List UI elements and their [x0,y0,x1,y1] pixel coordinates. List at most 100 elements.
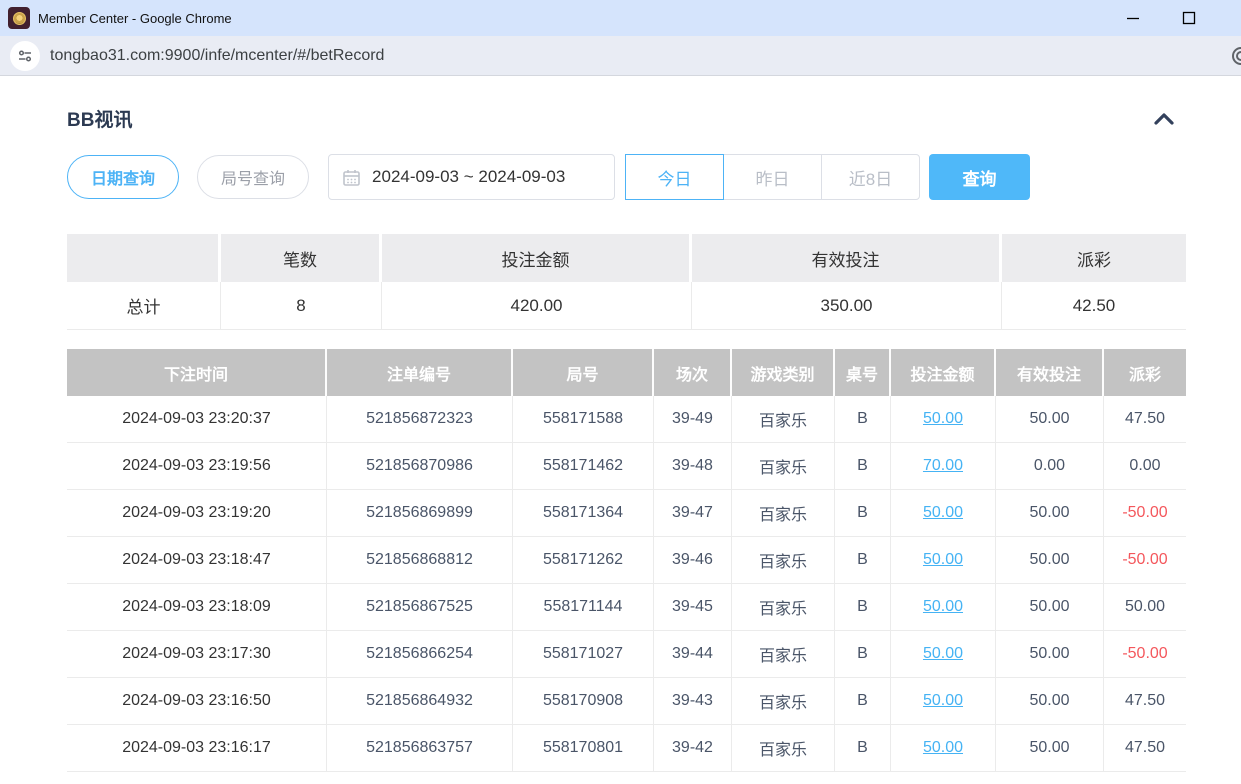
cell-payout: 47.50 [1104,725,1186,772]
address-bar[interactable]: tongbao31.com:9900/infe/mcenter/#/betRec… [0,36,1241,76]
cell-bet-time: 2024-09-03 23:16:50 [67,678,327,725]
cell-payout: -50.00 [1104,490,1186,537]
cell-payout: 47.50 [1104,678,1186,725]
search-button[interactable]: 查询 [929,154,1030,200]
cell-table-id: B [835,396,891,443]
summary-header-count: 笔数 [221,234,382,282]
table-row: 2024-09-03 23:16:17 521856863757 5581708… [67,725,1186,772]
table-row: 2024-09-03 23:16:50 521856864932 5581709… [67,678,1186,725]
quick-date-button[interactable]: 近8日 [821,154,920,200]
summary-total-valid-bet: 350.00 [692,282,1002,330]
table-row: 2024-09-03 23:17:30 521856866254 5581710… [67,631,1186,678]
cell-game-type: 百家乐 [732,443,835,490]
cell-round-id: 558170908 [513,678,654,725]
column-header: 下注时间 [67,349,327,396]
cell-bet-id: 521856868812 [327,537,513,584]
summary-total-label: 总计 [67,282,221,330]
date-range-picker[interactable]: 2024-09-03 ~ 2024-09-03 [328,154,615,200]
minimize-button[interactable] [1123,8,1143,28]
table-row: 2024-09-03 23:18:09 521856867525 5581711… [67,584,1186,631]
cell-table-id: B [835,678,891,725]
cell-session: 39-45 [654,584,732,631]
cell-bet-time: 2024-09-03 23:19:56 [67,443,327,490]
cell-table-id: B [835,725,891,772]
cell-game-type: 百家乐 [732,725,835,772]
cell-table-id: B [835,584,891,631]
cell-bet-id: 521856864932 [327,678,513,725]
calendar-icon [343,169,360,186]
column-header: 桌号 [835,349,891,396]
quick-date-button[interactable]: 昨日 [723,154,822,200]
cell-game-type: 百家乐 [732,396,835,443]
cell-payout: -50.00 [1104,631,1186,678]
cell-round-id: 558170801 [513,725,654,772]
url-text[interactable]: tongbao31.com:9900/infe/mcenter/#/betRec… [50,47,384,65]
table-row: 2024-09-03 23:18:47 521856868812 5581712… [67,537,1186,584]
bet-amount-link[interactable]: 50.00 [923,598,963,616]
column-header: 派彩 [1104,349,1186,396]
records-header-row: 下注时间 注单编号 局号 场次 游戏类别 桌号 投注金额 有效投注 派彩 [67,349,1186,396]
cell-bet-time: 2024-09-03 23:16:17 [67,725,327,772]
cell-bet-id: 521856867525 [327,584,513,631]
date-query-tab[interactable]: 日期查询 [67,155,179,199]
cell-bet-id: 521856870986 [327,443,513,490]
cell-payout: 47.50 [1104,396,1186,443]
cell-table-id: B [835,443,891,490]
window-titlebar: Member Center - Google Chrome [0,0,1241,36]
cell-valid-bet: 50.00 [996,631,1104,678]
cell-bet-time: 2024-09-03 23:17:30 [67,631,327,678]
cell-game-type: 百家乐 [732,678,835,725]
site-settings-tune-icon[interactable] [10,41,40,71]
cell-bet-time: 2024-09-03 23:19:20 [67,490,327,537]
clipped-extension-icon[interactable] [1232,47,1241,65]
cell-table-id: B [835,490,891,537]
bet-amount-link[interactable]: 50.00 [923,739,963,757]
cell-session: 39-42 [654,725,732,772]
cell-session: 39-44 [654,631,732,678]
summary-total-count: 8 [221,282,382,330]
cell-session: 39-48 [654,443,732,490]
cell-bet-time: 2024-09-03 23:20:37 [67,396,327,443]
cell-bet-time: 2024-09-03 23:18:09 [67,584,327,631]
cell-valid-bet: 50.00 [996,490,1104,537]
bet-amount-link[interactable]: 50.00 [923,504,963,522]
summary-total-bet-amount: 420.00 [382,282,692,330]
bet-amount-link[interactable]: 50.00 [923,645,963,663]
bet-amount-link[interactable]: 50.00 [923,551,963,569]
quick-date-button[interactable]: 今日 [625,154,724,200]
cell-bet-id: 521856872323 [327,396,513,443]
cell-valid-bet: 50.00 [996,396,1104,443]
round-query-tab[interactable]: 局号查询 [197,155,309,199]
column-header: 游戏类别 [732,349,835,396]
table-row: 2024-09-03 23:19:20 521856869899 5581713… [67,490,1186,537]
cell-round-id: 558171262 [513,537,654,584]
cell-bet-id: 521856866254 [327,631,513,678]
maximize-button[interactable] [1179,8,1199,28]
cell-bet-time: 2024-09-03 23:18:47 [67,537,327,584]
cell-bet-id: 521856863757 [327,725,513,772]
cell-round-id: 558171588 [513,396,654,443]
summary-header-blank [67,234,221,282]
column-header: 投注金额 [891,349,996,396]
quick-date-buttons: 今日 昨日 近8日 [626,154,920,200]
table-row: 2024-09-03 23:20:37 521856872323 5581715… [67,396,1186,443]
site-favicon-icon [8,7,30,29]
cell-game-type: 百家乐 [732,490,835,537]
collapse-panel-button[interactable] [1150,108,1178,130]
cell-valid-bet: 0.00 [996,443,1104,490]
cell-valid-bet: 50.00 [996,725,1104,772]
bet-record-page: BB视讯 日期查询 局号查询 2024-09-03 ~ 2024-09-03 [0,105,1241,772]
bet-amount-link[interactable]: 50.00 [923,692,963,710]
records-body: 2024-09-03 23:20:37 521856872323 5581715… [67,396,1186,772]
cell-round-id: 558171462 [513,443,654,490]
cell-valid-bet: 50.00 [996,584,1104,631]
date-range-value: 2024-09-03 ~ 2024-09-03 [372,167,565,187]
bet-amount-link[interactable]: 70.00 [923,457,963,475]
cell-game-type: 百家乐 [732,631,835,678]
chevron-up-icon [1153,112,1175,126]
cell-round-id: 558171027 [513,631,654,678]
summary-table: 笔数 投注金额 有效投注 派彩 总计 8 420.00 350.00 42.50 [67,234,1186,330]
summary-header-payout: 派彩 [1002,234,1186,282]
bet-amount-link[interactable]: 50.00 [923,410,963,428]
summary-header-bet-amount: 投注金额 [382,234,692,282]
